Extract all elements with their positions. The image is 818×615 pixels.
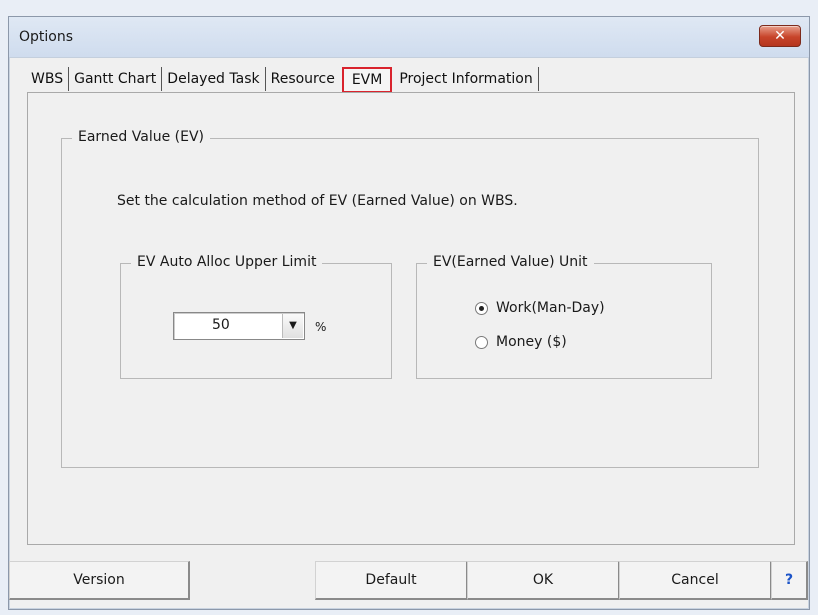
radio-money[interactable]: Money ($) <box>475 334 567 350</box>
radio-money-label: Money ($) <box>496 334 567 350</box>
window-title: Options <box>19 29 74 45</box>
ok-button[interactable]: OK <box>467 561 620 600</box>
tab-evm[interactable]: EVM <box>341 67 393 93</box>
cancel-button[interactable]: Cancel <box>619 561 772 600</box>
upper-limit-group: EV Auto Alloc Upper Limit 50 ▼ % <box>120 254 392 379</box>
radio-checked-icon[interactable] <box>475 301 488 315</box>
tab-wbs[interactable]: WBS <box>27 67 70 91</box>
close-icon: ✕ <box>774 28 786 44</box>
earned-value-legend: Earned Value (EV) <box>72 129 210 145</box>
title-bar[interactable]: Options ✕ <box>9 17 809 58</box>
upper-limit-select[interactable]: 50 ▼ <box>173 312 305 340</box>
ev-unit-group: EV(Earned Value) Unit Work(Man-Day) Mone… <box>416 254 712 379</box>
percent-unit: % <box>315 320 327 334</box>
tab-strip: WBS Gantt Chart Delayed Task Resource EV… <box>27 65 539 93</box>
help-icon: ? <box>784 572 794 588</box>
radio-work-man-day[interactable]: Work(Man-Day) <box>475 300 605 316</box>
upper-limit-legend: EV Auto Alloc Upper Limit <box>131 254 323 270</box>
radio-unchecked-icon[interactable] <box>475 335 488 349</box>
close-button[interactable]: ✕ <box>759 25 801 47</box>
options-dialog: Options ✕ WBS Gantt Chart Delayed Task R… <box>8 16 810 610</box>
tab-project-information[interactable]: Project Information <box>394 67 539 91</box>
tab-delayed-task[interactable]: Delayed Task <box>162 67 266 91</box>
chevron-down-icon[interactable]: ▼ <box>282 314 303 338</box>
upper-limit-value: 50 <box>212 317 230 333</box>
tab-resource[interactable]: Resource <box>266 67 340 91</box>
earned-value-group: Earned Value (EV) Set the calculation me… <box>61 129 759 468</box>
help-button[interactable]: ? <box>771 561 808 600</box>
version-button[interactable]: Version <box>9 561 190 600</box>
ev-unit-legend: EV(Earned Value) Unit <box>427 254 594 270</box>
tab-gantt-chart[interactable]: Gantt Chart <box>69 67 163 91</box>
radio-work-man-day-label: Work(Man-Day) <box>496 300 605 316</box>
default-button[interactable]: Default <box>315 561 468 600</box>
evm-tab-pane: Earned Value (EV) Set the calculation me… <box>27 92 795 545</box>
ev-description: Set the calculation method of EV (Earned… <box>117 193 518 209</box>
button-bar: Version Default OK Cancel ? <box>9 551 809 603</box>
